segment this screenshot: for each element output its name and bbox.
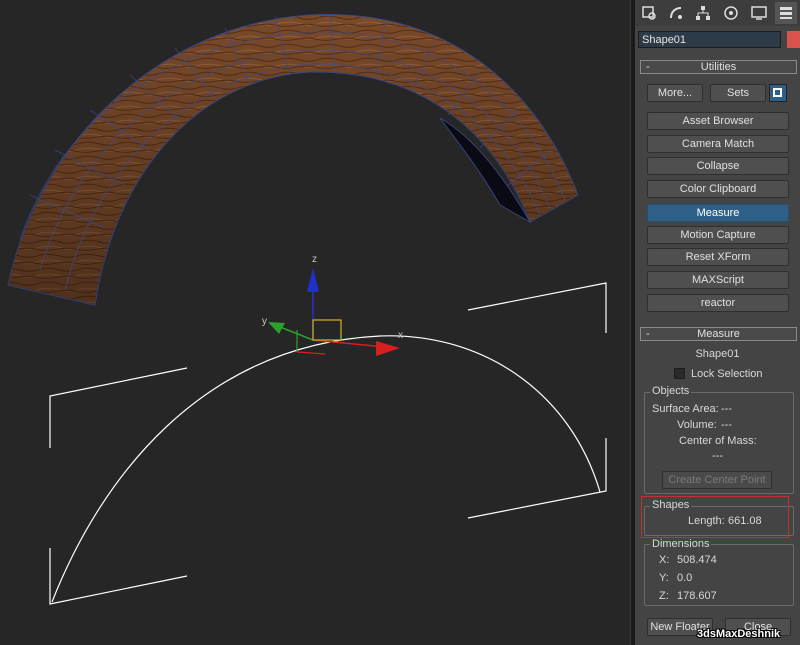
length-highlight-box [641, 496, 789, 538]
more-button[interactable]: More... [647, 84, 703, 102]
hierarchy-tab[interactable] [692, 2, 714, 24]
utilities-rollout-header[interactable]: - Utilities [640, 60, 797, 74]
utility-motion-capture-button[interactable]: Motion Capture [647, 226, 789, 244]
modify-tab-icon [670, 7, 682, 19]
z-axis-label: z [312, 254, 317, 265]
create-center-point-button[interactable]: Create Center Point [662, 471, 772, 489]
dimension-x-label: X: [659, 554, 670, 566]
utility-color-clipboard-button[interactable]: Color Clipboard [647, 180, 789, 198]
display-tab[interactable] [748, 2, 770, 24]
lock-selection-label: Lock Selection [691, 368, 763, 380]
x-axis-label: x [398, 330, 403, 341]
command-panel: Shape01 - Utilities More... Sets Asset B… [635, 0, 800, 645]
utilities-rollout-title: Utilities [700, 61, 737, 73]
configure-button-sets[interactable] [769, 84, 787, 102]
utility-reset-xform-button[interactable]: Reset XForm [647, 248, 789, 266]
configure-sets-icon [773, 88, 782, 97]
command-panel-tabs [635, 0, 800, 26]
volume-value: --- [721, 419, 732, 431]
viewport-scene[interactable]: z y x [0, 0, 630, 645]
utilities-tab[interactable] [775, 2, 797, 24]
motion-tab-icon [724, 6, 738, 20]
utility-measure-button[interactable]: Measure [647, 204, 789, 222]
motion-tab[interactable] [720, 2, 742, 24]
utility-maxscript-button[interactable]: MAXScript [647, 271, 789, 289]
transform-gizmo[interactable]: z y x [262, 254, 403, 356]
measure-rollout-title: Measure [697, 328, 740, 340]
dimension-x-value: 508.474 [677, 554, 717, 566]
x-axis-arrow-icon [376, 341, 400, 356]
measured-object-name: Shape01 [695, 348, 740, 360]
rollout-collapse-toggle[interactable]: - [646, 61, 650, 73]
create-tab-icon [642, 6, 656, 20]
selection-bounding-brackets [49, 282, 607, 605]
surface-area-value: --- [721, 403, 732, 415]
utility-collapse-button[interactable]: Collapse [647, 157, 789, 175]
dimensions-group-title: Dimensions [650, 538, 712, 550]
display-tab-icon [751, 6, 767, 20]
measure-rollout-header[interactable]: - Measure [640, 327, 797, 341]
create-tab[interactable] [638, 2, 660, 24]
utility-camera-match-button[interactable]: Camera Match [647, 135, 789, 153]
center-of-mass-value: --- [712, 450, 723, 462]
utility-asset-browser-button[interactable]: Asset Browser [647, 112, 789, 130]
hierarchy-tab-icon [696, 6, 710, 20]
y-axis-label: y [262, 316, 267, 327]
dimension-y-label: Y: [659, 572, 669, 584]
objects-group-title: Objects [650, 385, 692, 397]
sets-button[interactable]: Sets [710, 84, 766, 102]
selected-arc-shape[interactable] [49, 282, 607, 605]
utility-reactor-button[interactable]: reactor [647, 294, 789, 312]
lock-selection-checkbox[interactable] [674, 368, 685, 379]
volume-label: Volume: [677, 419, 717, 431]
surface-area-label: Surface Area: [652, 403, 719, 415]
object-name-field[interactable]: Shape01 [638, 31, 781, 48]
watermark-text: 3dsMaxDeshnik [697, 628, 781, 640]
dimension-z-label: Z: [659, 590, 669, 602]
utilities-tab-icon [780, 7, 792, 19]
rollout-collapse-toggle[interactable]: - [646, 328, 650, 340]
object-color-swatch[interactable] [787, 31, 800, 48]
center-of-mass-label: Center of Mass: [679, 435, 757, 447]
z-axis-arrow-icon [307, 268, 319, 292]
modify-tab[interactable] [665, 2, 687, 24]
dimension-z-value: 178.607 [677, 590, 717, 602]
wood-arch-mesh[interactable] [7, 13, 579, 306]
dimension-y-value: 0.0 [677, 572, 693, 584]
perspective-viewport[interactable]: z y x [0, 0, 630, 645]
